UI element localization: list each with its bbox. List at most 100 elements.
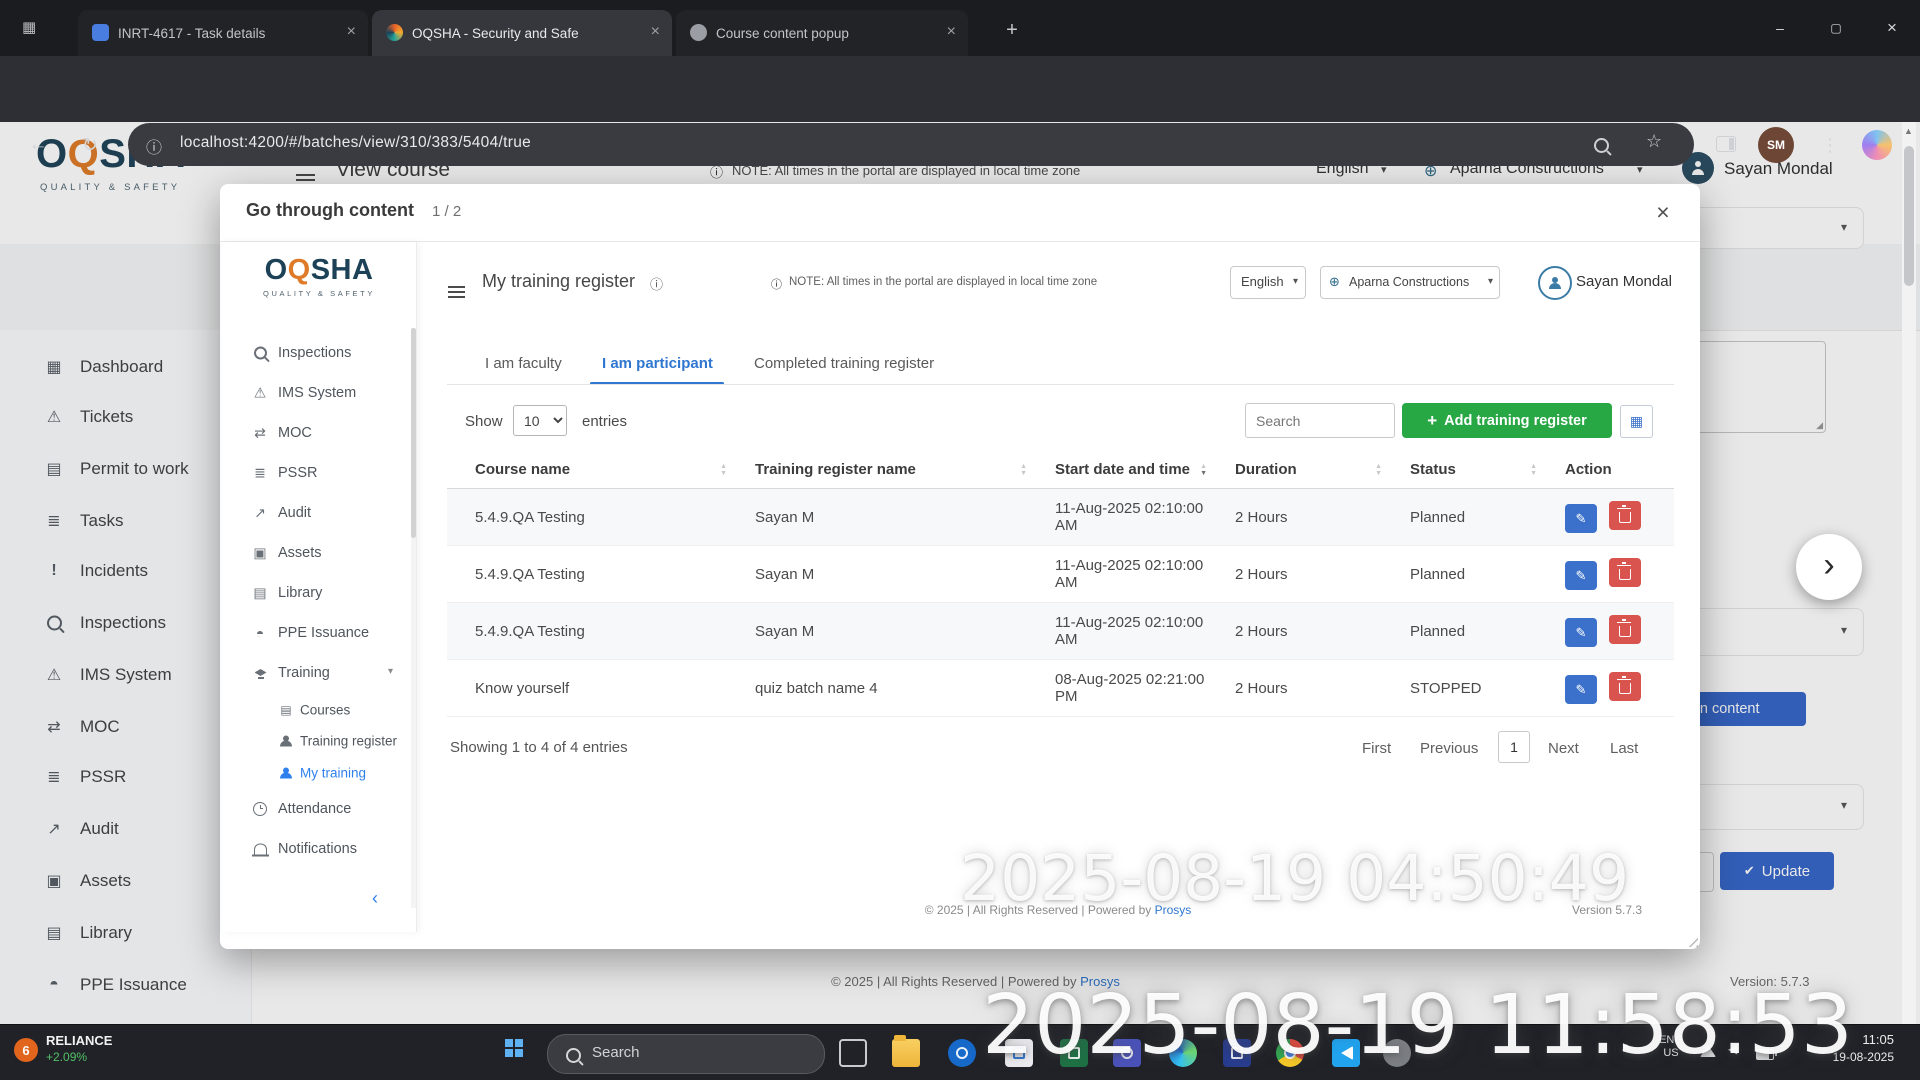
column-header-course-name[interactable]: Course name▲▼ <box>447 451 735 489</box>
taskbar-app-icon[interactable] <box>948 1039 976 1067</box>
delete-button[interactable] <box>1609 501 1641 530</box>
scrollbar-thumb[interactable] <box>411 328 416 538</box>
column-header-duration[interactable]: Duration▲▼ <box>1215 451 1390 489</box>
bookmark-star-icon[interactable]: ☆ <box>1646 131 1662 152</box>
modal-sidebar-item-moc[interactable]: ⇄MOC <box>222 413 416 453</box>
modal-sidebar-item-my-training[interactable]: My training <box>222 757 416 788</box>
modal-menu-toggle-icon[interactable] <box>448 280 465 298</box>
taskbar-app-icon[interactable] <box>1332 1039 1360 1067</box>
modal-resize-handle[interactable] <box>1684 933 1698 947</box>
table-row[interactable]: 5.4.9.QA Testing Sayan M 11-Aug-2025 02:… <box>447 489 1674 546</box>
sidebar-collapse-icon[interactable]: ‹ <box>372 888 378 909</box>
start-button[interactable] <box>505 1039 523 1057</box>
browser-profile-avatar[interactable]: SM <box>1758 127 1794 163</box>
modal-sidebar-item-ppe-issuance[interactable]: ◓PPE Issuance <box>222 613 416 653</box>
copilot-icon[interactable] <box>1862 130 1892 160</box>
table-row[interactable]: Know yourself quiz batch name 4 08-Aug-2… <box>447 660 1674 717</box>
taskbar-app-icon[interactable] <box>1169 1039 1197 1067</box>
stock-widget-name[interactable]: RELIANCE <box>46 1033 112 1048</box>
pagination-last[interactable]: Last <box>1610 740 1638 757</box>
modal-sidebar-item-training-register[interactable]: Training register <box>222 725 416 756</box>
taskbar-app-icon[interactable] <box>1005 1039 1033 1067</box>
column-header-start-date[interactable]: Start date and time▲▼ <box>1035 451 1215 489</box>
add-training-register-button[interactable]: + Add training register <box>1402 403 1612 438</box>
next-content-button[interactable]: › <box>1796 534 1862 600</box>
wifi-icon[interactable] <box>1700 1044 1716 1062</box>
edit-button[interactable]: ✎ <box>1565 675 1597 704</box>
battery-icon[interactable] <box>1756 1047 1774 1065</box>
taskbar-app-icon[interactable] <box>1113 1039 1141 1067</box>
taskbar-app-icon[interactable] <box>1060 1039 1088 1067</box>
refresh-icon[interactable]: ↻ <box>72 126 108 164</box>
window-minimize-button[interactable]: – <box>1752 0 1808 56</box>
modal-sidebar-item-pssr[interactable]: ≣PSSR <box>222 453 416 493</box>
table-view-button[interactable]: ▦ <box>1620 405 1653 438</box>
powered-by-link[interactable]: Prosys <box>1155 903 1192 917</box>
back-icon[interactable]: ← <box>20 126 56 164</box>
browser-tab-3[interactable]: Course content popup × <box>676 10 968 56</box>
delete-button[interactable] <box>1609 558 1641 587</box>
edit-button[interactable]: ✎ <box>1565 618 1597 647</box>
modal-sidebar-item-assets[interactable]: ▣Assets <box>222 533 416 573</box>
language-indicator[interactable]: ENG US <box>1654 1034 1688 1060</box>
modal-sidebar-item-courses[interactable]: ▤Courses <box>222 694 416 725</box>
cell-action: ✎ <box>1545 546 1674 603</box>
tab-close-icon[interactable]: × <box>347 23 356 41</box>
modal-sidebar-item-notifications[interactable]: Notifications <box>222 829 416 869</box>
bell-icon <box>250 844 270 855</box>
browser-tab-2[interactable]: OQSHA - Security and Safe × <box>372 10 672 56</box>
table-row[interactable]: 5.4.9.QA Testing Sayan M 11-Aug-2025 02:… <box>447 603 1674 660</box>
window-maximize-button[interactable]: ▢ <box>1808 0 1864 56</box>
tab-close-icon[interactable]: × <box>651 23 660 41</box>
taskbar-app-icon[interactable] <box>1276 1039 1304 1067</box>
org-selector[interactable]: ⊕ Aparna Constructions ▾ <box>1320 266 1500 299</box>
tab-i-am-faculty[interactable]: I am faculty <box>485 355 562 372</box>
language-selector[interactable]: English ▾ <box>1230 266 1306 299</box>
modal-close-icon[interactable]: × <box>1646 195 1680 229</box>
modal-sidebar-item-training[interactable]: Training <box>222 653 416 693</box>
taskbar-search[interactable]: Search <box>547 1034 825 1074</box>
taskbar-app-icon[interactable] <box>839 1039 867 1067</box>
info-icon[interactable]: ⓘ <box>650 274 663 293</box>
taskbar-clock[interactable]: 11:05 19-08-2025 <box>1806 1032 1894 1064</box>
table-row[interactable]: 5.4.9.QA Testing Sayan M 11-Aug-2025 02:… <box>447 546 1674 603</box>
pagination-page-1[interactable]: 1 <box>1498 731 1530 763</box>
scrollbar-thumb[interactable] <box>1904 146 1914 286</box>
page-length-select[interactable]: 10 <box>513 405 567 436</box>
new-tab-button[interactable]: + <box>996 14 1028 46</box>
edit-button[interactable]: ✎ <box>1565 504 1597 533</box>
browser-tab-1[interactable]: INRT-4617 - Task details × <box>78 10 368 56</box>
side-panel-icon[interactable] <box>1716 136 1736 157</box>
user-avatar[interactable] <box>1538 266 1572 300</box>
stock-widget-badge[interactable]: 6 <box>14 1038 38 1062</box>
address-bar[interactable]: ⓘ localhost:4200/#/batches/view/310/383/… <box>128 123 1694 166</box>
pagination-previous[interactable]: Previous <box>1420 740 1478 757</box>
pagination-first[interactable]: First <box>1362 740 1391 757</box>
column-header-status[interactable]: Status▲▼ <box>1390 451 1545 489</box>
modal-sidebar-item-library[interactable]: ▤Library <box>222 573 416 613</box>
browser-grid-icon[interactable]: ▦ <box>22 18 36 36</box>
tab-i-am-participant[interactable]: I am participant <box>602 355 713 372</box>
zoom-icon[interactable] <box>1594 138 1609 158</box>
edit-button[interactable]: ✎ <box>1565 561 1597 590</box>
column-header-training-register-name[interactable]: Training register name▲▼ <box>735 451 1035 489</box>
modal-sidebar-item-inspections[interactable]: Inspections <box>222 333 416 373</box>
scroll-up-icon[interactable]: ▲ <box>1904 126 1913 136</box>
taskbar-app-icon[interactable] <box>1223 1039 1251 1067</box>
delete-button[interactable] <box>1609 672 1641 701</box>
modal-sidebar-item-audit[interactable]: ↗Audit <box>222 493 416 533</box>
tab-completed-training-register[interactable]: Completed training register <box>754 355 934 372</box>
tab-close-icon[interactable]: × <box>947 23 956 41</box>
window-close-button[interactable]: × <box>1864 0 1920 56</box>
modal-sidebar-item-ims-system[interactable]: ⚠IMS System <box>222 373 416 413</box>
tray-expand-icon[interactable]: ^ <box>1622 1041 1630 1057</box>
modal-sidebar-item-attendance[interactable]: Attendance <box>222 789 416 829</box>
browser-menu-dots-icon[interactable]: ⋮ <box>1812 126 1848 164</box>
volume-icon[interactable]: ◀ <box>1728 1042 1737 1056</box>
taskbar-app-icon[interactable] <box>1383 1039 1411 1067</box>
taskbar-app-icon[interactable] <box>892 1039 920 1067</box>
delete-button[interactable] <box>1609 615 1641 644</box>
site-info-icon[interactable]: ⓘ <box>146 134 162 158</box>
pagination-next[interactable]: Next <box>1548 740 1579 757</box>
search-input[interactable] <box>1245 403 1395 438</box>
